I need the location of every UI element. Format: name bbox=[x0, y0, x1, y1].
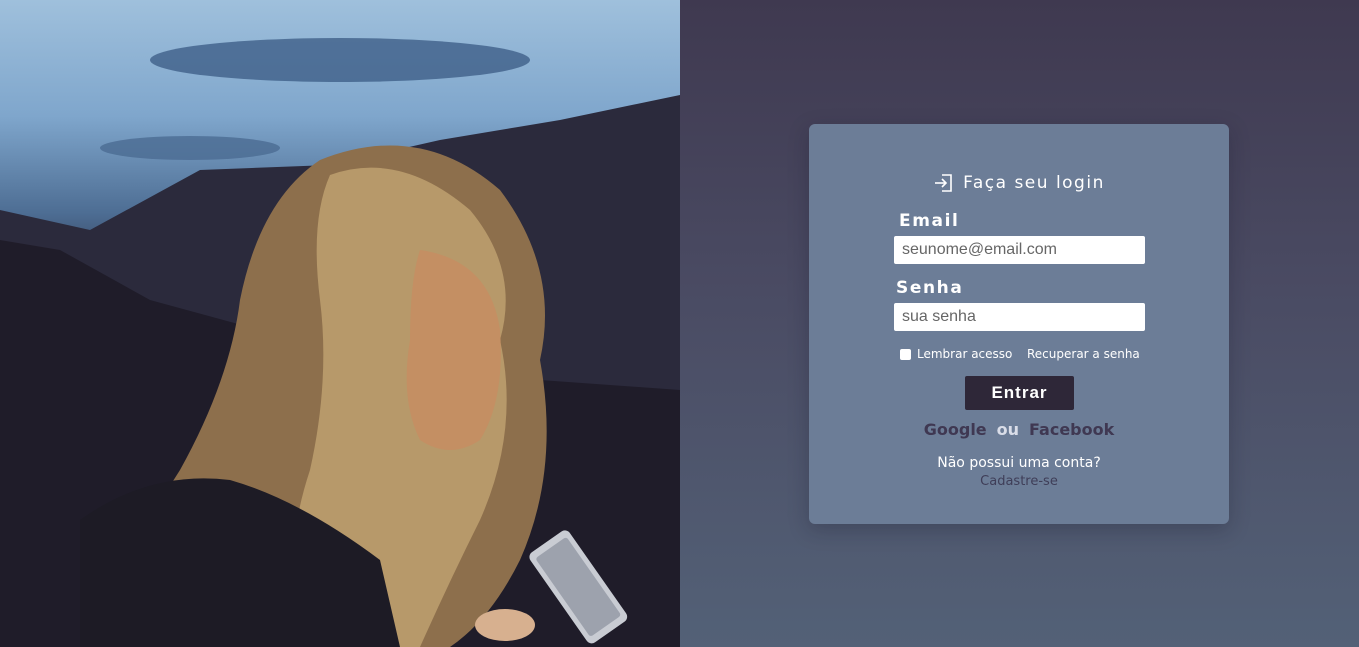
no-account-text: Não possui uma conta? bbox=[937, 455, 1101, 471]
remember-label: Lembrar acesso bbox=[917, 347, 1013, 361]
hero-photo bbox=[0, 0, 680, 647]
email-label: Email bbox=[899, 211, 960, 231]
social-login: Google ou Facebook bbox=[809, 420, 1229, 439]
signup-link[interactable]: Cadastre-se bbox=[809, 474, 1229, 489]
remember-row: Lembrar acesso bbox=[900, 347, 1012, 361]
google-login-link[interactable]: Google bbox=[924, 420, 987, 439]
recover-password-link[interactable]: Recuperar a senha bbox=[1027, 347, 1140, 361]
login-card: Faça seu login Email Senha Lembrar acess… bbox=[809, 124, 1229, 524]
password-field[interactable] bbox=[894, 303, 1145, 331]
remember-checkbox[interactable] bbox=[900, 348, 911, 360]
facebook-login-link[interactable]: Facebook bbox=[1029, 420, 1114, 439]
hero-illustration bbox=[0, 38, 680, 647]
password-label: Senha bbox=[896, 278, 964, 298]
login-title-text: Faça seu login bbox=[963, 173, 1105, 193]
login-panel: Faça seu login Email Senha Lembrar acess… bbox=[680, 0, 1359, 647]
login-arrow-icon bbox=[933, 172, 955, 194]
or-separator: ou bbox=[996, 420, 1020, 439]
login-title: Faça seu login bbox=[809, 172, 1229, 194]
login-page: Faça seu login Email Senha Lembrar acess… bbox=[0, 0, 1359, 647]
email-field[interactable] bbox=[894, 236, 1145, 264]
submit-button[interactable]: Entrar bbox=[965, 376, 1074, 410]
